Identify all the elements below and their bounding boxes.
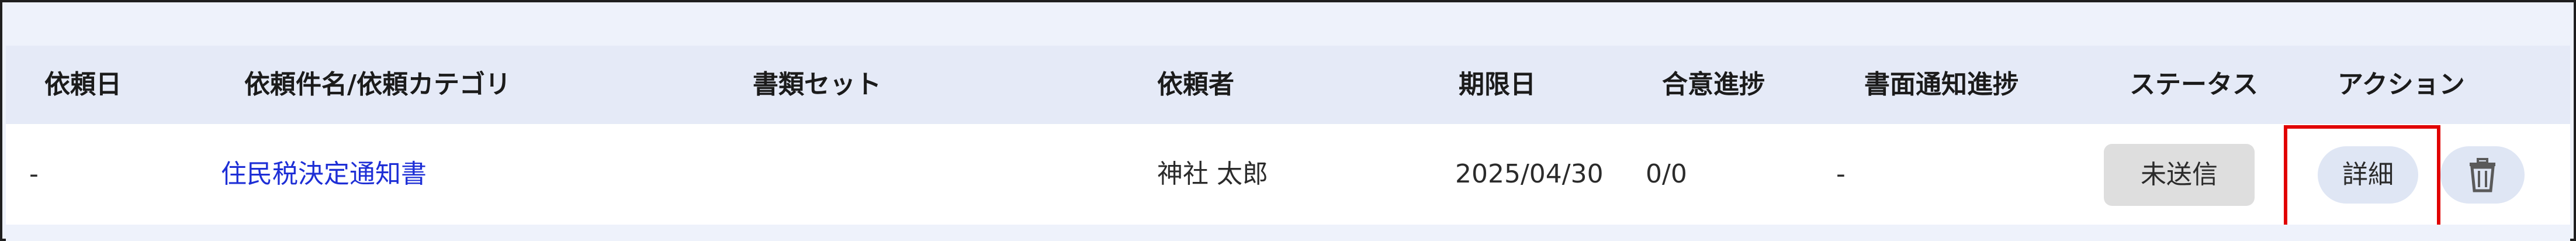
request-title-link[interactable]: 住民税決定通知書 [221,124,427,225]
trash-icon [2470,158,2495,192]
status-badge: 未送信 [2104,144,2255,206]
header-action: アクション [2338,70,2465,99]
cell-requester: 神社 太郎 [1157,159,1268,189]
cell-due-date: 2025/04/30 [1455,159,1604,189]
table-frame: 依頼日 依頼件名/依頼カテゴリ 書類セット 依頼者 期限日 合意進捗 書面通知進… [0,0,2576,241]
request-table: 依頼日 依頼件名/依頼カテゴリ 書類セット 依頼者 期限日 合意進捗 書面通知進… [6,46,2570,230]
table-bottom-strip [6,225,2570,241]
header-document-set: 書類セット [753,70,881,99]
header-request-date: 依頼日 [44,70,122,99]
header-due-date: 期限日 [1459,70,1536,99]
table-row: - 住民税決定通知書 神社 太郎 2025/04/30 0/0 - 未送信 詳細 [6,124,2570,230]
cell-agreement-progress: 0/0 [1646,159,1687,189]
delete-button[interactable] [2440,146,2525,204]
header-notice-progress: 書面通知進捗 [1864,70,2018,99]
table-header: 依頼日 依頼件名/依頼カテゴリ 書類セット 依頼者 期限日 合意進捗 書面通知進… [6,46,2570,124]
cell-notice-progress: - [1836,159,1846,189]
detail-button[interactable]: 詳細 [2318,146,2418,204]
header-agreement-progress: 合意進捗 [1662,70,1765,99]
header-status: ステータス [2130,70,2258,99]
header-requester: 依頼者 [1157,70,1234,99]
cell-request-date: - [29,159,39,189]
header-title-category: 依頼件名/依頼カテゴリ [244,70,511,99]
